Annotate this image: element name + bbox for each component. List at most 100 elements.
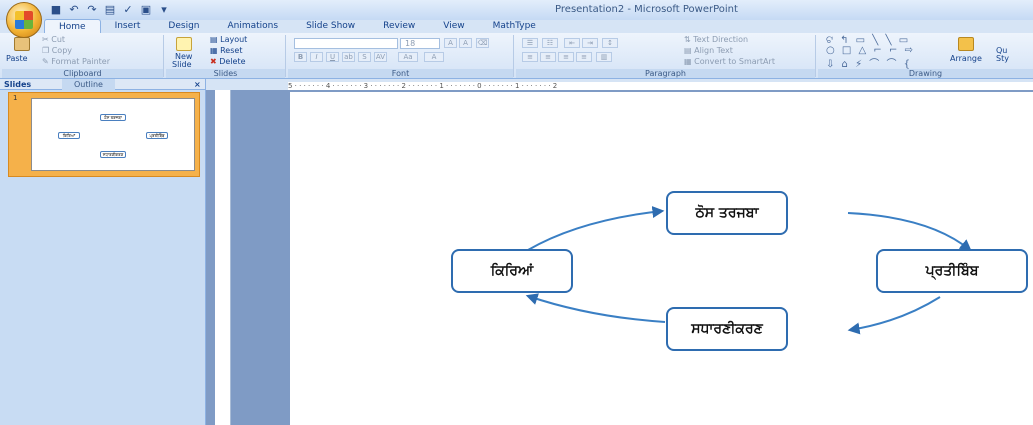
node-generalization[interactable]: ਸਧਾਰਣੀਕਰਣ <box>666 307 788 351</box>
save-icon[interactable]: ■ <box>50 3 62 16</box>
node-concrete-experience[interactable]: ਠੋਸ ਤਰਜਬਾ <box>666 191 788 235</box>
quick-access-toolbar: ■ ↶ ↷ ▤ ✓ ▣ ▾ <box>50 3 170 16</box>
font-color-icon[interactable]: A <box>424 52 444 62</box>
convert-smartart-label: Convert to SmartArt <box>694 57 775 66</box>
reset-button[interactable]: ▦ Reset <box>210 46 242 55</box>
tab-animations[interactable]: Animations <box>213 19 292 33</box>
underline-icon[interactable]: U <box>326 52 339 62</box>
bullets-icon[interactable]: ☰ <box>522 38 538 48</box>
clear-formatting-icon[interactable]: ⌫ <box>476 38 489 48</box>
tab-slides[interactable]: Slides <box>4 79 31 90</box>
align-text-icon: ▤ <box>684 46 695 55</box>
cut-button[interactable]: ✂ Cut <box>42 35 65 44</box>
brush-icon: ✎ <box>42 57 52 66</box>
delete-button[interactable]: ✖ Delete <box>210 57 246 66</box>
tab-insert[interactable]: Insert <box>101 19 155 33</box>
thumb-node-right: ਪ੍ਰਤੀਬਿੰਬ <box>146 132 168 139</box>
reset-label: Reset <box>220 46 243 55</box>
numbering-icon[interactable]: ☷ <box>542 38 558 48</box>
cut-label: Cut <box>51 35 66 44</box>
slides-group: New Slide ▤ Layout ▦ Reset ✖ Delete Slid… <box>166 35 286 78</box>
grow-font-icon[interactable]: A <box>444 38 457 48</box>
tab-mathtype[interactable]: MathType <box>479 19 550 33</box>
font-size-box[interactable]: 18 <box>400 38 440 49</box>
italic-icon[interactable]: I <box>310 52 323 62</box>
paragraph-label: Paragraph <box>516 69 815 78</box>
text-direction-button[interactable]: ⇅ Text Direction <box>684 35 748 44</box>
arrow-bottom-to-left <box>525 293 666 323</box>
arrange-icon <box>958 37 974 51</box>
reset-icon: ▦ <box>210 46 221 55</box>
align-text-button[interactable]: ▤ Align Text <box>684 46 733 55</box>
tab-review[interactable]: Review <box>369 19 429 33</box>
tab-slide-show[interactable]: Slide Show <box>292 19 369 33</box>
office-logo-icon <box>15 11 33 29</box>
tab-home[interactable]: Home <box>44 19 101 33</box>
arrow-left-to-top <box>527 206 665 251</box>
clipboard-group: Paste ✂ Cut ❐ Copy ✎ Format Painter Clip… <box>2 35 164 78</box>
font-group: 18 A A ⌫ B I U ab S AV Aa A Font <box>288 35 514 78</box>
increase-indent-icon[interactable]: ⇥ <box>582 38 598 48</box>
open-icon[interactable]: ▤ <box>104 3 116 16</box>
tab-design[interactable]: Design <box>154 19 213 33</box>
vertical-ruler <box>215 90 231 425</box>
arrange-button[interactable]: Arrange <box>950 54 982 63</box>
line-spacing-icon[interactable]: ↕ <box>602 38 618 48</box>
format-painter-label: Format Painter <box>51 57 110 66</box>
slide-thumbnail-selected[interactable]: 1 ਠੋਸ ਤਰਜਬਾ ਪ੍ਰਤੀਬਿੰਬ ਸਧਾਰਣੀਕਰਣ ਕਿਰਿਆਂ <box>8 92 200 177</box>
slide-thumbnail[interactable]: ਠੋਸ ਤਰਜਬਾ ਪ੍ਰਤੀਬਿੰਬ ਸਧਾਰਣੀਕਰਣ ਕਿਰਿਆਂ <box>31 98 195 171</box>
align-center-icon[interactable]: ≡ <box>540 52 556 62</box>
undo-icon[interactable]: ↶ <box>68 3 80 16</box>
tab-outline[interactable]: Outline <box>62 79 115 90</box>
panel-tabs: Slides Outline × <box>0 79 205 90</box>
copy-button[interactable]: ❐ Copy <box>42 46 72 55</box>
delete-label: Delete <box>219 57 246 66</box>
shrink-font-icon[interactable]: A <box>459 38 472 48</box>
paste-button[interactable]: Paste <box>6 54 28 63</box>
new-slide-icon <box>176 37 192 51</box>
node-reflection[interactable]: ਪ੍ਰਤੀਬਿੰਬ <box>876 249 1028 293</box>
paste-icon <box>14 37 30 51</box>
columns-icon[interactable]: ▥ <box>596 52 612 62</box>
smartart-icon: ▦ <box>684 57 695 66</box>
thumb-node-bottom: ਸਧਾਰਣੀਕਰਣ <box>100 151 126 158</box>
font-name-box[interactable] <box>294 38 398 49</box>
align-left-icon[interactable]: ≡ <box>522 52 538 62</box>
slides-label: Slides <box>166 69 285 78</box>
node-actions[interactable]: ਕਿਰਿਆਂ <box>451 249 573 293</box>
font-label: Font <box>288 69 513 78</box>
layout-button[interactable]: ▤ Layout <box>210 35 247 44</box>
decrease-indent-icon[interactable]: ⇤ <box>564 38 580 48</box>
char-spacing-icon[interactable]: AV <box>374 52 387 62</box>
redo-icon[interactable]: ↷ <box>86 3 98 16</box>
justify-icon[interactable]: ≡ <box>576 52 592 62</box>
thumb-node-left: ਕਿਰਿਆਂ <box>58 132 80 139</box>
ribbon-tabs: Home Insert Design Animations Slide Show… <box>44 19 550 33</box>
clipboard-label: Clipboard <box>2 69 163 78</box>
shapes-gallery-row3[interactable]: ⇩ ⌂ ⚡ ⌒ ⌒ { <box>826 55 912 70</box>
change-case-icon[interactable]: Aa <box>398 52 418 62</box>
scissors-icon: ✂ <box>42 35 52 44</box>
quick-styles-button[interactable]: Qu Sty <box>996 47 1009 63</box>
convert-smartart-button[interactable]: ▦ Convert to SmartArt <box>684 57 775 66</box>
drawing-label: Drawing <box>818 69 1033 78</box>
close-panel-icon[interactable]: × <box>194 79 201 90</box>
ribbon: Paste ✂ Cut ❐ Copy ✎ Format Painter Clip… <box>0 33 1033 79</box>
align-right-icon[interactable]: ≡ <box>558 52 574 62</box>
strikethrough-icon[interactable]: ab <box>342 52 355 62</box>
bold-icon[interactable]: B <box>294 52 307 62</box>
layout-icon: ▤ <box>210 35 221 44</box>
format-painter-button[interactable]: ✎ Format Painter <box>42 57 110 66</box>
copy-icon: ❐ <box>42 46 52 55</box>
office-button[interactable] <box>6 2 42 38</box>
tab-view[interactable]: View <box>429 19 478 33</box>
delete-icon: ✖ <box>210 57 220 66</box>
arrow-right-to-bottom <box>847 296 941 335</box>
new-slide-button-line2[interactable]: Slide <box>172 60 192 69</box>
horizontal-ruler: 5 · · · · · · · 4 · · · · · · · 3 · · · … <box>288 82 1033 90</box>
shadow-icon[interactable]: S <box>358 52 371 62</box>
spelling-icon[interactable]: ✓ <box>122 3 134 16</box>
customize-toolbar-icon[interactable]: ▾ <box>158 3 170 16</box>
arrow-top-to-right <box>847 212 972 252</box>
print-preview-icon[interactable]: ▣ <box>140 3 152 16</box>
